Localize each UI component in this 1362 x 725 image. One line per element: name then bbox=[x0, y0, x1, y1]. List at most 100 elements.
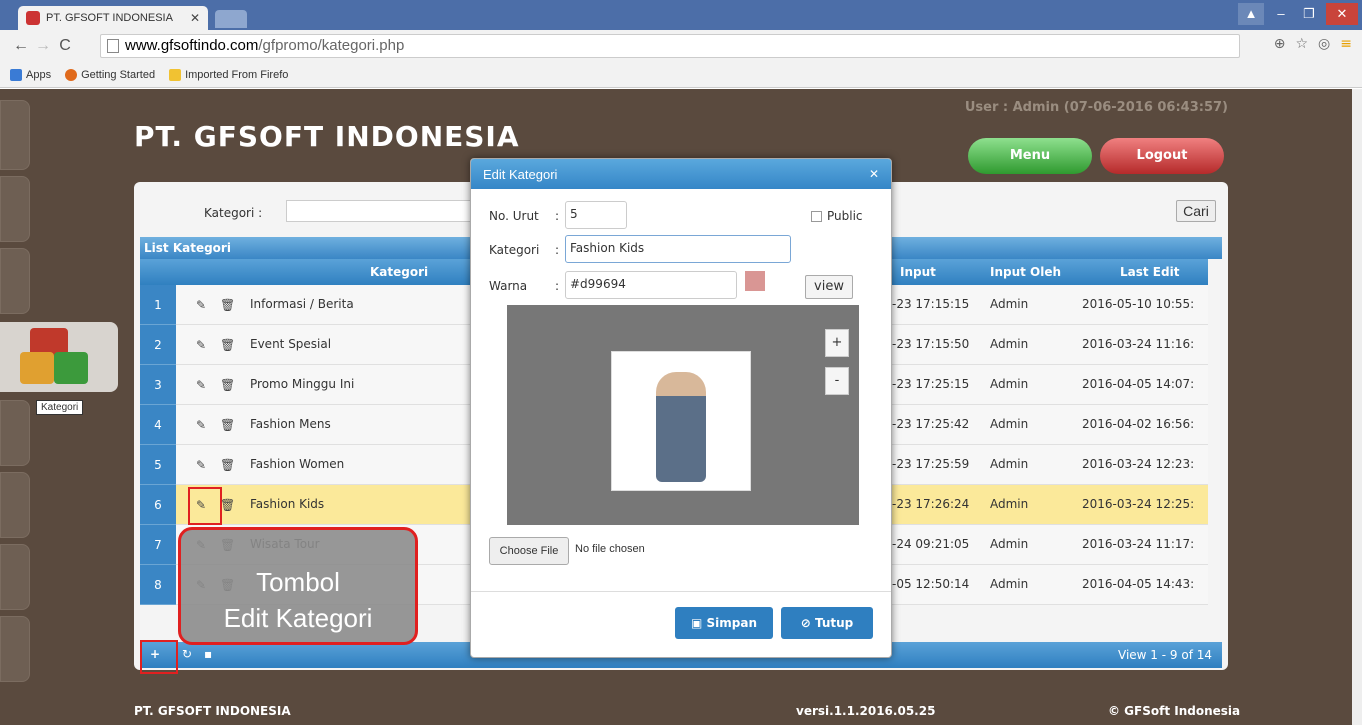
bookmark-apps[interactable]: Apps bbox=[10, 68, 51, 81]
row-kategori: Event Spesial bbox=[250, 337, 332, 351]
folder-icon bbox=[169, 68, 182, 81]
color-swatch[interactable] bbox=[745, 271, 765, 291]
delete-icon[interactable]: ▪ bbox=[204, 647, 212, 661]
row-input: -23 17:25:15 bbox=[892, 377, 970, 391]
row-last-edit: 2016-05-10 10:55: bbox=[1082, 297, 1195, 311]
row-kategori: Fashion Women bbox=[250, 457, 345, 471]
menu-button[interactable]: Menu bbox=[968, 138, 1092, 174]
save-icon: ▣ bbox=[690, 616, 707, 630]
cube-icon bbox=[20, 352, 54, 384]
colon: : bbox=[555, 243, 560, 257]
col-input[interactable]: Input bbox=[900, 265, 936, 279]
row-input: -23 17:15:50 bbox=[892, 337, 970, 351]
row-last-edit: 2016-04-02 16:56: bbox=[1082, 417, 1195, 431]
row-input-oleh: Admin bbox=[990, 497, 1029, 511]
public-checkbox[interactable]: Public bbox=[811, 209, 863, 223]
browser-actions: ⊕ ☆ ◎ ≡ bbox=[1274, 36, 1352, 52]
save-button[interactable]: ▣ Simpan bbox=[675, 607, 773, 639]
warna-label: Warna bbox=[489, 279, 528, 293]
zoom-in-button[interactable]: + bbox=[825, 329, 849, 357]
footer-copyright: © GFSoft Indonesia bbox=[1108, 704, 1241, 718]
search-input[interactable] bbox=[286, 200, 486, 222]
sidebar-tab[interactable] bbox=[0, 248, 30, 314]
star-icon[interactable]: ☆ bbox=[1295, 36, 1308, 52]
edit-icon[interactable]: ✎ bbox=[196, 298, 206, 312]
row-input-oleh: Admin bbox=[990, 457, 1029, 471]
edit-icon[interactable]: ✎ bbox=[196, 458, 206, 472]
row-kategori: Fashion Mens bbox=[250, 417, 331, 431]
row-number: 8 bbox=[140, 565, 176, 605]
row-input: -23 17:25:59 bbox=[892, 457, 970, 471]
edit-highlight bbox=[188, 487, 222, 525]
row-number: 3 bbox=[140, 365, 176, 405]
row-kategori: Informasi / Berita bbox=[250, 297, 354, 311]
bookmark-getting-started[interactable]: Getting Started bbox=[65, 68, 155, 81]
search-button[interactable]: Cari bbox=[1176, 200, 1216, 222]
zoom-out-button[interactable]: - bbox=[825, 367, 849, 395]
row-input: -23 17:15:15 bbox=[892, 297, 970, 311]
no-urut-input[interactable]: 5 bbox=[565, 201, 627, 229]
row-input-oleh: Admin bbox=[990, 577, 1029, 591]
trash-icon[interactable]: 🗑 bbox=[220, 338, 235, 352]
row-input-oleh: Admin bbox=[990, 297, 1029, 311]
minimize-button[interactable]: – bbox=[1268, 3, 1294, 25]
browser-tab[interactable]: PT. GFSOFT INDONESIA ✕ bbox=[18, 6, 208, 30]
trash-icon[interactable]: 🗑 bbox=[220, 378, 235, 392]
pager-info: View 1 - 9 of 14 bbox=[1118, 648, 1212, 662]
reload-icon[interactable]: C bbox=[54, 37, 76, 55]
bookmark-imported[interactable]: Imported From Firefo bbox=[169, 68, 288, 81]
warna-input[interactable]: #d99694 bbox=[565, 271, 737, 299]
view-button[interactable]: view bbox=[805, 275, 853, 299]
window-close-button[interactable]: ✕ bbox=[1326, 3, 1358, 25]
sidebar-tab[interactable] bbox=[0, 544, 30, 610]
forward-icon[interactable]: → bbox=[32, 37, 54, 55]
sidebar-tab[interactable] bbox=[0, 616, 30, 682]
sidebar-item-kategori[interactable] bbox=[0, 322, 118, 392]
back-icon[interactable]: ← bbox=[10, 37, 32, 55]
kategori-input[interactable]: Fashion Kids bbox=[565, 235, 791, 263]
row-last-edit: 2016-03-24 12:23: bbox=[1082, 457, 1195, 471]
choose-file-button[interactable]: Choose File bbox=[489, 537, 569, 565]
sidebar-tab[interactable] bbox=[0, 176, 30, 242]
add-highlight bbox=[140, 640, 178, 674]
trash-icon[interactable]: 🗑 bbox=[220, 498, 235, 512]
sidebar-tab[interactable] bbox=[0, 400, 30, 466]
close-tab-icon[interactable]: ✕ bbox=[190, 11, 200, 25]
sidebar-tab[interactable] bbox=[0, 100, 30, 170]
search-label: Kategori : bbox=[204, 206, 263, 220]
menu-icon[interactable]: ≡ bbox=[1340, 36, 1352, 52]
image-preview: + - bbox=[507, 305, 859, 525]
dialog-close-icon[interactable]: ✕ bbox=[869, 167, 879, 181]
col-last-edit[interactable]: Last Edit bbox=[1120, 265, 1179, 279]
trash-icon[interactable]: 🗑 bbox=[220, 458, 235, 472]
row-last-edit: 2016-04-05 14:07: bbox=[1082, 377, 1195, 391]
edit-icon[interactable]: ✎ bbox=[196, 378, 206, 392]
page-scrollbar[interactable] bbox=[1352, 89, 1362, 725]
row-last-edit: 2016-03-24 11:16: bbox=[1082, 337, 1195, 351]
logout-button[interactable]: Logout bbox=[1100, 138, 1224, 174]
col-kategori[interactable]: Kategori bbox=[370, 265, 428, 279]
refresh-icon[interactable]: ↻ bbox=[182, 647, 192, 661]
user-icon[interactable]: ▲ bbox=[1238, 3, 1264, 25]
row-input-oleh: Admin bbox=[990, 417, 1029, 431]
row-input-oleh: Admin bbox=[990, 337, 1029, 351]
dialog-divider bbox=[471, 591, 891, 592]
new-tab-button[interactable] bbox=[215, 10, 247, 28]
url-field[interactable]: www.gfsoftindo.com/gfpromo/kategori.php bbox=[100, 34, 1240, 58]
edit-icon[interactable]: ✎ bbox=[196, 338, 206, 352]
col-input-oleh[interactable]: Input Oleh bbox=[990, 265, 1061, 279]
edit-icon[interactable]: ✎ bbox=[196, 418, 206, 432]
close-button[interactable]: ⊘ Tutup bbox=[781, 607, 873, 639]
row-kategori: Fashion Kids bbox=[250, 497, 325, 511]
trash-icon[interactable]: 🗑 bbox=[220, 418, 235, 432]
cube-icon bbox=[54, 352, 88, 384]
row-input: -05 12:50:14 bbox=[892, 577, 970, 591]
restore-button[interactable]: ❐ bbox=[1296, 3, 1322, 25]
extension-icon[interactable]: ◎ bbox=[1318, 36, 1330, 52]
sidebar-tab[interactable] bbox=[0, 472, 30, 538]
trash-icon[interactable]: 🗑 bbox=[220, 298, 235, 312]
row-number: 6 bbox=[140, 485, 176, 525]
row-input: -23 17:26:24 bbox=[892, 497, 970, 511]
zoom-icon[interactable]: ⊕ bbox=[1274, 36, 1286, 52]
row-number: 1 bbox=[140, 285, 176, 325]
